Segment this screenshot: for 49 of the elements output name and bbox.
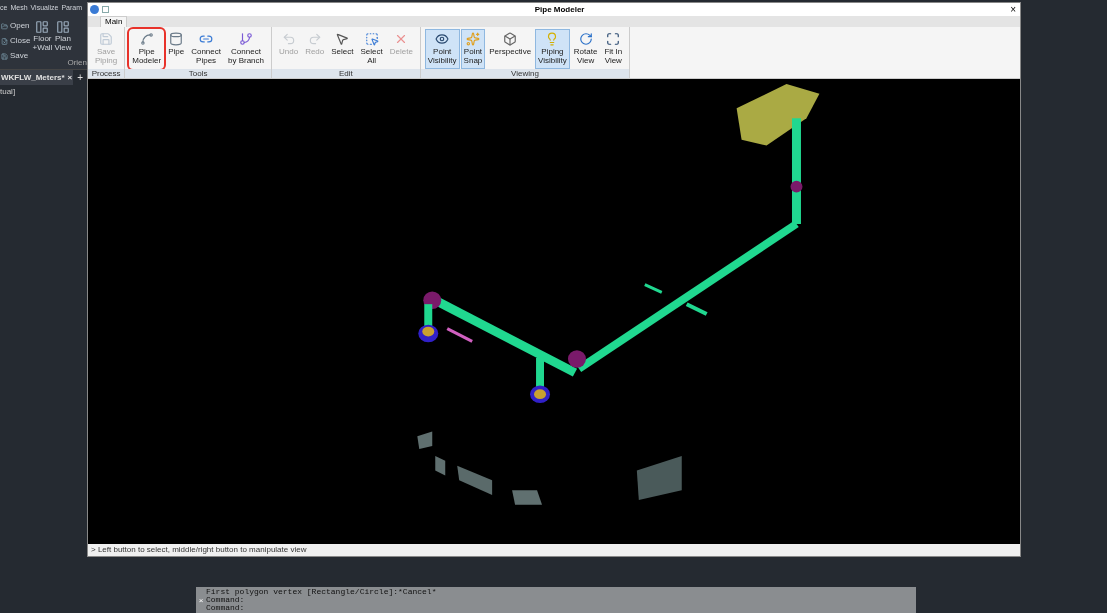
file-button[interactable]: Save [1, 50, 31, 62]
fit-icon [606, 32, 621, 46]
eye-icon [435, 32, 450, 46]
viewport-label: tual] [0, 86, 17, 98]
rotate-icon [578, 32, 593, 46]
close-button[interactable]: × [1010, 4, 1016, 15]
ribbon-button[interactable]: Plan View [54, 20, 72, 58]
command-line: Command: [206, 604, 246, 612]
ribbon-button[interactable]: Select All [357, 29, 386, 69]
select-all-icon [364, 32, 379, 46]
branch-icon [239, 32, 253, 46]
undo-icon [281, 32, 296, 46]
sparkle-icon [465, 32, 480, 46]
ribbon-button[interactable]: Floor +Wall [32, 20, 53, 58]
group-label: Orien [67, 58, 87, 68]
ribbon-button[interactable]: Fit In View [601, 29, 626, 69]
new-tab-button[interactable]: + [77, 70, 84, 85]
link-icon [199, 32, 214, 46]
pipe-icon [169, 32, 184, 46]
pipe-bend-icon [139, 32, 154, 46]
group-label: Tools [125, 69, 271, 78]
document-tab[interactable]: WKFLW_Meters* × [0, 70, 74, 85]
ribbon-button[interactable]: Point Snap [460, 29, 486, 69]
group-label: Process [88, 69, 125, 78]
quick-access-icon[interactable] [102, 6, 109, 13]
ribbon-button[interactable]: Pipe Modeler [129, 29, 165, 69]
pointer-icon [335, 32, 350, 46]
command-line: Command: [206, 596, 245, 604]
group-label: Edit [272, 69, 420, 78]
file-button[interactable]: Open [1, 20, 31, 32]
window-title: Pipe Modeler [534, 3, 585, 16]
ribbon-button[interactable]: Piping Visibility [535, 29, 570, 69]
tab-close[interactable]: × [67, 71, 73, 84]
ribbon-button[interactable]: Pipe [165, 29, 188, 69]
group-label: Viewing [420, 69, 630, 78]
ribbon-button[interactable]: Rotate View [570, 29, 601, 69]
3d-viewport[interactable] [88, 79, 1020, 544]
save-icon [99, 32, 114, 46]
ribbon-button[interactable]: Point Visibility [424, 29, 460, 69]
status-text: > Left button to select, middle/right button to manipulate view [91, 545, 307, 555]
ribbon-button[interactable]: Select [328, 29, 357, 69]
ribbon-button[interactable]: Connect by Branch [224, 29, 267, 69]
redo-icon [307, 32, 322, 46]
ribbon-button[interactable]: Perspective [486, 29, 535, 69]
cube-icon [503, 32, 518, 46]
ribbon-button[interactable]: Connect Pipes [188, 29, 224, 69]
command-line: First polygon vertex [Rectangle/Circle]:*Cancel* [206, 588, 437, 596]
file-button[interactable]: Close [1, 35, 31, 47]
tab-label: WKFLW_Meters* [1, 71, 65, 84]
